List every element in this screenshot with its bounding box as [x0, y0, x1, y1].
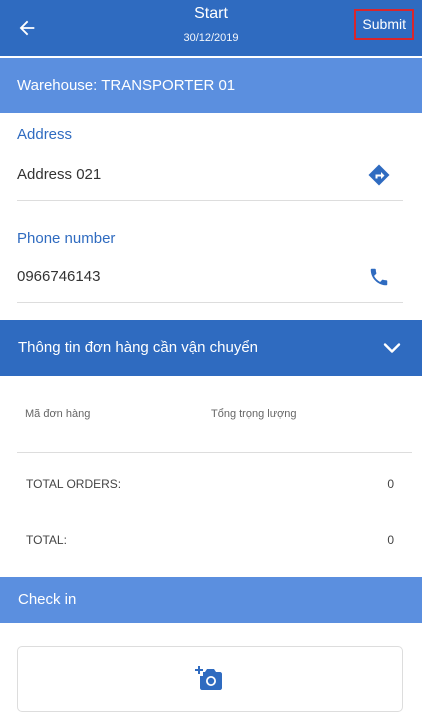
phone-call-button[interactable] [366, 264, 392, 290]
phone-divider [17, 302, 403, 303]
orders-divider [17, 452, 412, 453]
total-orders-label: TOTAL ORDERS: [26, 477, 122, 491]
checkin-section-header: Check in [0, 577, 422, 623]
header-title-group: Start 30/12/2019 [100, 4, 322, 46]
arrow-left-icon [19, 20, 35, 36]
column-total-weight: Tổng trọng lượng [211, 408, 297, 420]
directions-icon [368, 164, 390, 186]
address-label: Address [17, 126, 73, 143]
page-title: Start [194, 5, 228, 22]
total-label: TOTAL: [26, 533, 67, 547]
submit-button[interactable]: Submit [354, 9, 414, 40]
add-photo-button[interactable] [17, 646, 403, 712]
address-directions-button[interactable] [366, 162, 392, 188]
total-orders-value: 0 [387, 477, 394, 491]
chevron-down-icon [383, 343, 401, 353]
phone-icon [370, 268, 388, 286]
app-header: Start 30/12/2019 Submit [0, 0, 422, 56]
checkin-title: Check in [18, 591, 77, 608]
phone-value: 0966746143 [17, 268, 101, 285]
add-photo-icon [195, 666, 222, 690]
page-date: 30/12/2019 [183, 32, 239, 44]
phone-label: Phone number [17, 230, 116, 247]
orders-section-header[interactable]: Thông tin đơn hàng cần vận chuyển [0, 320, 422, 376]
orders-section-title: Thông tin đơn hàng cần vận chuyển [18, 339, 259, 356]
address-value: Address 021 [17, 166, 102, 183]
address-divider [17, 200, 403, 201]
column-order-code: Mã đơn hàng [25, 408, 91, 420]
warehouse-bar: Warehouse: TRANSPORTER 01 [0, 58, 422, 113]
back-button[interactable] [12, 13, 42, 43]
total-value: 0 [387, 533, 394, 547]
